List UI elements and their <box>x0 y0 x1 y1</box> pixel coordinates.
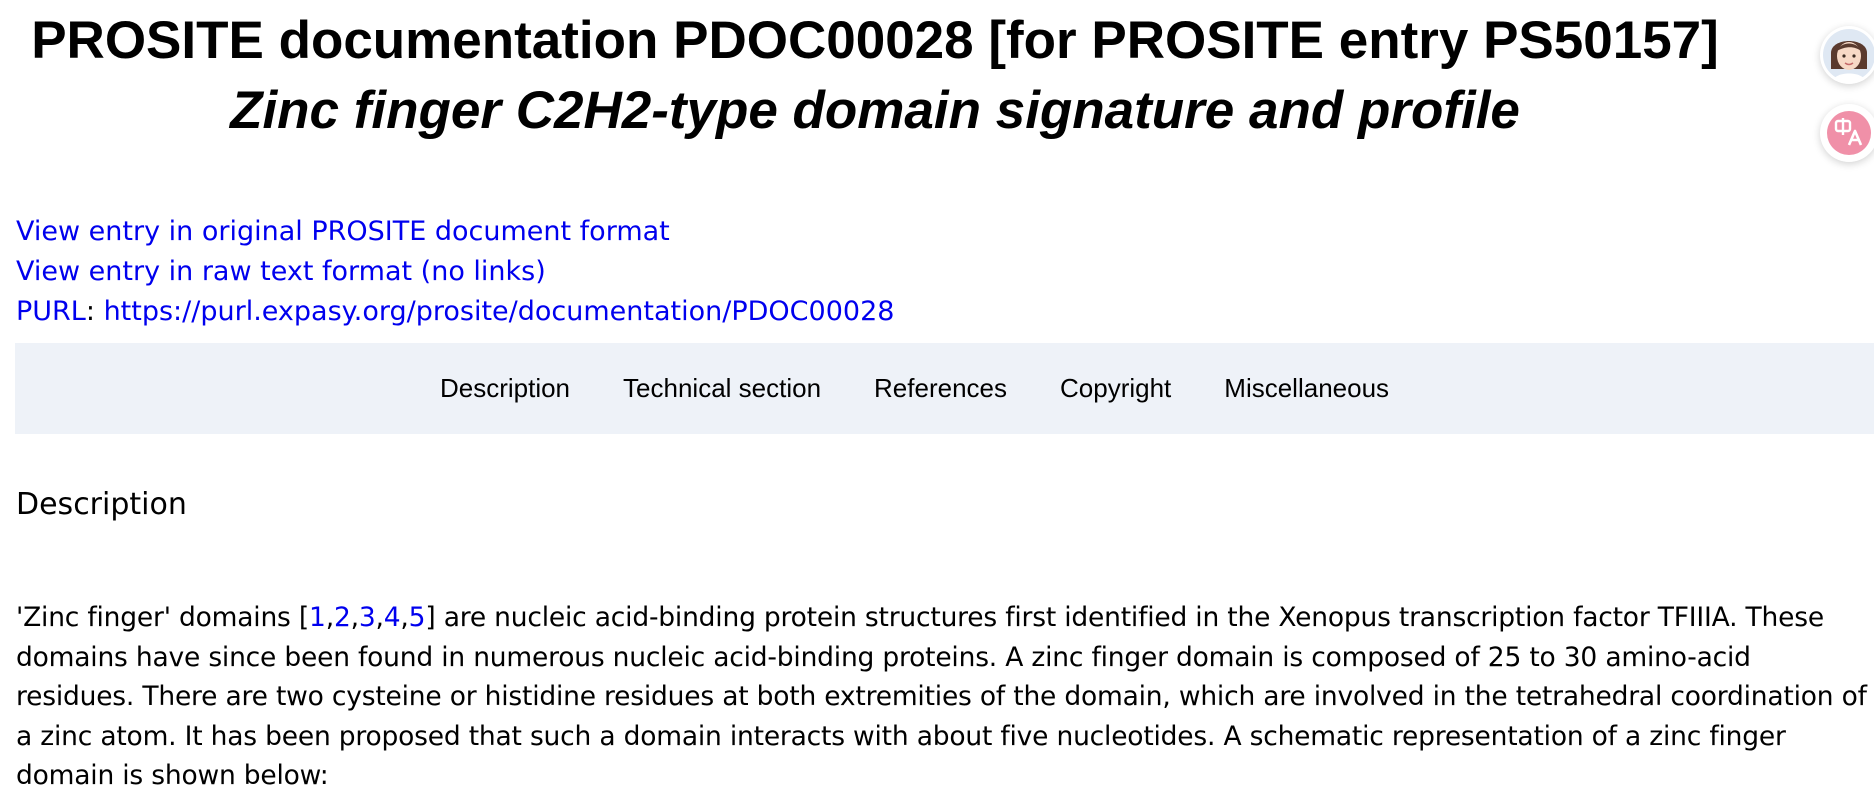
entry-links: View entry in original PROSITE document … <box>16 212 894 332</box>
page-header: PROSITE documentation PDOC00028 [for PRO… <box>0 0 1874 143</box>
assistant-avatar-icon <box>1823 29 1874 81</box>
purl-label-link[interactable]: PURL <box>16 296 86 327</box>
paragraph-intro: 'Zinc finger' domains [ <box>16 602 310 633</box>
ref-separator: , <box>400 602 409 633</box>
page-subtitle: Zinc finger C2H2-type domain signature a… <box>230 81 1520 140</box>
purl-separator: : <box>85 296 95 327</box>
purl-line: PURL: https://purl.expasy.org/prosite/do… <box>16 292 894 332</box>
ref-separator: , <box>375 602 384 633</box>
translate-icon <box>1827 111 1871 155</box>
reference-link-5[interactable]: 5 <box>409 602 426 633</box>
assistant-avatar-button[interactable] <box>1820 26 1874 84</box>
tab-technical-section[interactable]: Technical section <box>623 373 821 404</box>
reference-link-4[interactable]: 4 <box>384 602 401 633</box>
section-nav-bar: Description Technical section References… <box>15 343 1874 434</box>
reference-link-3[interactable]: 3 <box>359 602 376 633</box>
raw-text-link[interactable]: View entry in raw text format (no links) <box>16 256 546 287</box>
original-format-link[interactable]: View entry in original PROSITE document … <box>16 216 670 247</box>
tab-copyright[interactable]: Copyright <box>1060 373 1171 404</box>
tab-references[interactable]: References <box>874 373 1007 404</box>
ref-separator: , <box>350 602 359 633</box>
translate-button[interactable] <box>1820 104 1874 162</box>
tab-description[interactable]: Description <box>440 373 570 404</box>
reference-link-1[interactable]: 1 <box>309 602 326 633</box>
reference-link-2[interactable]: 2 <box>334 602 351 633</box>
description-paragraph: 'Zinc finger' domains [1,2,3,4,5] are nu… <box>16 598 1871 796</box>
section-title: Description <box>16 487 187 522</box>
ref-separator: , <box>325 602 334 633</box>
purl-url-link[interactable]: https://purl.expasy.org/prosite/document… <box>104 296 895 327</box>
tab-miscellaneous[interactable]: Miscellaneous <box>1224 373 1389 404</box>
page-title: PROSITE documentation PDOC00028 [for PRO… <box>31 11 1719 70</box>
